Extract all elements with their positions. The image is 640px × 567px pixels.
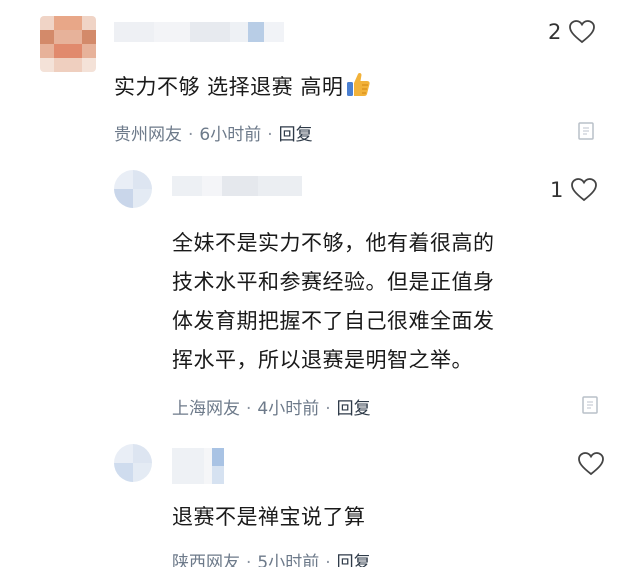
- avatar[interactable]: [40, 16, 96, 72]
- like-count: 1: [550, 178, 564, 202]
- heart-outline-icon: [569, 20, 596, 44]
- meta-separator: ·: [246, 399, 252, 419]
- location-label: 上海网友: [172, 399, 240, 419]
- username-blurred[interactable]: [172, 176, 302, 196]
- avatar[interactable]: [114, 170, 152, 208]
- comment-text-content: 退赛不是禅宝说了算: [172, 505, 366, 529]
- like-button[interactable]: 1: [550, 178, 598, 202]
- username-blurred[interactable]: [114, 22, 284, 42]
- timestamp: 6小时前: [199, 125, 262, 145]
- comment-text-content: 实力不够 选择退赛 高明: [114, 75, 344, 99]
- timestamp: 4小时前: [257, 399, 320, 419]
- location-label: 贵州网友: [114, 125, 182, 145]
- heart-outline-icon: [571, 178, 598, 202]
- comment-meta: 陕西网友 · 5小时前 · 回复: [172, 548, 371, 567]
- reply-button[interactable]: 回复: [337, 399, 371, 419]
- share-icon[interactable]: [582, 396, 598, 414]
- comment-text-line: 体发育期把握不了自己很难全面发: [172, 309, 495, 333]
- comment-meta: 贵州网友 · 6小时前 · 回复: [114, 120, 313, 145]
- comment-text-line: 全妹不是实力不够，他有着很高的: [172, 231, 495, 255]
- username-blurred[interactable]: [172, 448, 242, 484]
- thumbs-up-icon: [347, 72, 370, 96]
- comment-2: 1 全妹不是实力不够，他有着很高的 技术水平和参赛经验。但是正值身 体发育期把握…: [0, 160, 640, 430]
- meta-separator: ·: [267, 125, 273, 145]
- share-icon[interactable]: [578, 122, 594, 140]
- like-button[interactable]: 2: [548, 20, 596, 44]
- meta-separator: ·: [188, 125, 194, 145]
- comment-text: 实力不够 选择退赛 高明: [114, 70, 371, 103]
- reply-button[interactable]: 回复: [337, 553, 371, 567]
- like-button[interactable]: [570, 452, 604, 476]
- timestamp: 5小时前: [257, 553, 320, 567]
- meta-separator: ·: [325, 553, 331, 567]
- avatar[interactable]: [114, 444, 152, 482]
- reply-button[interactable]: 回复: [279, 125, 313, 145]
- meta-separator: ·: [246, 553, 252, 567]
- comment-meta: 上海网友 · 4小时前 · 回复: [172, 394, 371, 419]
- location-label: 陕西网友: [172, 553, 240, 567]
- meta-separator: ·: [325, 399, 331, 419]
- comment-text-line: 技术水平和参赛经验。但是正值身: [172, 270, 495, 294]
- comment-1: 2 实力不够 选择退赛 高明 贵州网友 · 6小时前 · 回复: [0, 0, 640, 160]
- comment-text: 全妹不是实力不够，他有着很高的 技术水平和参赛经验。但是正值身 体发育期把握不了…: [172, 224, 592, 380]
- comment-text-line: 挥水平，所以退赛是明智之举。: [172, 348, 473, 372]
- heart-outline-icon: [578, 452, 604, 476]
- comment-text: 退赛不是禅宝说了算: [172, 502, 366, 533]
- like-count: 2: [548, 20, 562, 44]
- comment-3: 退赛不是禅宝说了算 陕西网友 · 5小时前 · 回复: [0, 430, 640, 567]
